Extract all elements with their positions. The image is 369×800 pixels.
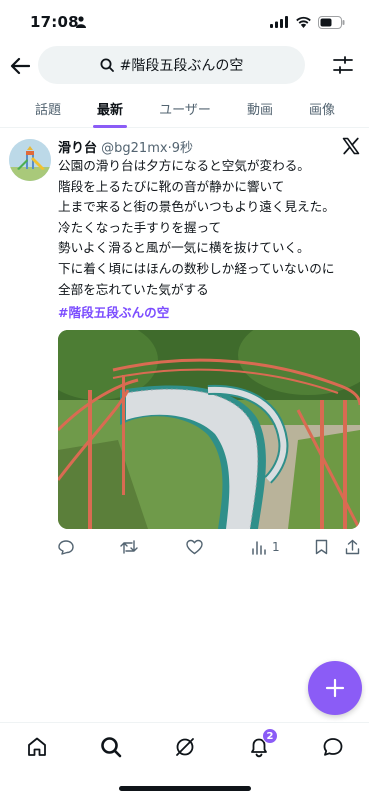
slide-photo bbox=[58, 330, 360, 529]
tab-top[interactable]: 話題 bbox=[24, 88, 72, 128]
search-nav-icon bbox=[101, 737, 122, 758]
reply-button[interactable] bbox=[58, 536, 74, 558]
author-name[interactable]: 滑り台 bbox=[58, 141, 97, 156]
plus-icon bbox=[325, 678, 345, 698]
avatar[interactable] bbox=[9, 139, 51, 181]
bookmark-button[interactable] bbox=[315, 536, 328, 558]
battery-icon bbox=[318, 16, 345, 29]
retweet-icon bbox=[120, 540, 138, 554]
views-button[interactable]: 1 bbox=[252, 536, 280, 558]
active-tab-indicator bbox=[93, 125, 127, 128]
tab-people[interactable]: ユーザー bbox=[150, 88, 220, 128]
compose-button[interactable] bbox=[308, 661, 362, 715]
post-line: 勢いよく滑ると風が一気に横を抜けていく。 bbox=[58, 240, 310, 256]
notification-badge: 2 bbox=[262, 728, 278, 744]
search-tabs: 話題 最新 ユーザー 動画 画像 bbox=[0, 88, 369, 128]
post-time: 9秒 bbox=[171, 141, 193, 156]
post-line: 冷たくなった手すりを握って bbox=[58, 219, 222, 235]
x-logo-icon bbox=[342, 137, 360, 155]
messages-icon bbox=[323, 738, 343, 756]
person-icon bbox=[76, 16, 86, 28]
back-arrow-icon bbox=[10, 57, 30, 75]
status-bar: 17:08 bbox=[0, 0, 369, 44]
tab-label: 話題 bbox=[34, 102, 61, 118]
like-button[interactable] bbox=[186, 536, 203, 558]
tab-label: 画像 bbox=[308, 102, 335, 118]
bottom-nav: 2 bbox=[0, 722, 369, 768]
search-header: #階段五段ぶんの空 bbox=[0, 46, 369, 86]
avatar-image bbox=[9, 139, 51, 181]
view-count: 1 bbox=[272, 540, 280, 554]
grok-icon bbox=[176, 738, 194, 756]
bookmark-icon bbox=[315, 539, 328, 555]
post-line: 階段を上るたびに靴の音が静かに響いて bbox=[58, 178, 285, 194]
search-query: #階段五段ぶんの空 bbox=[119, 58, 244, 74]
search-input[interactable]: #階段五段ぶんの空 bbox=[38, 46, 305, 84]
search-filter-button[interactable] bbox=[330, 52, 356, 78]
retweet-button[interactable] bbox=[120, 536, 138, 558]
tab-label: ユーザー bbox=[159, 102, 211, 118]
post-line: 公園の滑り台は夕方になると空気が変わる。 bbox=[58, 158, 310, 173]
post-header: 滑り台 @bg21mx·9秒 bbox=[58, 137, 193, 156]
tab-images[interactable]: 画像 bbox=[298, 88, 346, 128]
post-text: 公園の滑り台は夕方になると空気が変わる。 階段を上るたびに靴の音が静かに響いて … bbox=[58, 156, 363, 300]
author-handle[interactable]: @bg21mx bbox=[101, 141, 167, 156]
search-icon bbox=[100, 58, 114, 72]
nav-home[interactable] bbox=[23, 733, 51, 761]
tab-latest[interactable]: 最新 bbox=[86, 88, 134, 128]
post-line: 上まで来ると街の景色がいつもより遠く見えた。 bbox=[58, 199, 335, 215]
post-line: 全部を忘れていた気がする bbox=[58, 281, 209, 297]
nav-messages[interactable] bbox=[319, 733, 347, 761]
share-button[interactable] bbox=[345, 536, 360, 558]
post-image[interactable] bbox=[58, 330, 360, 529]
like-icon bbox=[186, 539, 203, 555]
back-button[interactable] bbox=[6, 50, 34, 82]
share-icon bbox=[345, 539, 360, 555]
signal-icon bbox=[270, 16, 288, 28]
views-icon bbox=[252, 540, 266, 555]
tab-videos[interactable]: 動画 bbox=[236, 88, 284, 128]
post-actions: 1 bbox=[58, 536, 363, 558]
status-time: 17:08 bbox=[30, 13, 79, 31]
tab-label: 最新 bbox=[96, 102, 123, 118]
home-icon bbox=[28, 737, 46, 756]
home-indicator bbox=[119, 786, 251, 791]
filter-sliders-icon bbox=[333, 56, 353, 74]
hashtag-link[interactable]: #階段五段ぶんの空 bbox=[58, 302, 169, 321]
nav-search[interactable] bbox=[97, 733, 125, 761]
tab-label: 動画 bbox=[246, 102, 273, 118]
reply-icon bbox=[58, 540, 74, 555]
wifi-icon bbox=[296, 16, 311, 28]
nav-grok[interactable] bbox=[171, 733, 199, 761]
post-line: 下に着く頃にはほんの数秒しか経っていないのに bbox=[58, 260, 335, 276]
